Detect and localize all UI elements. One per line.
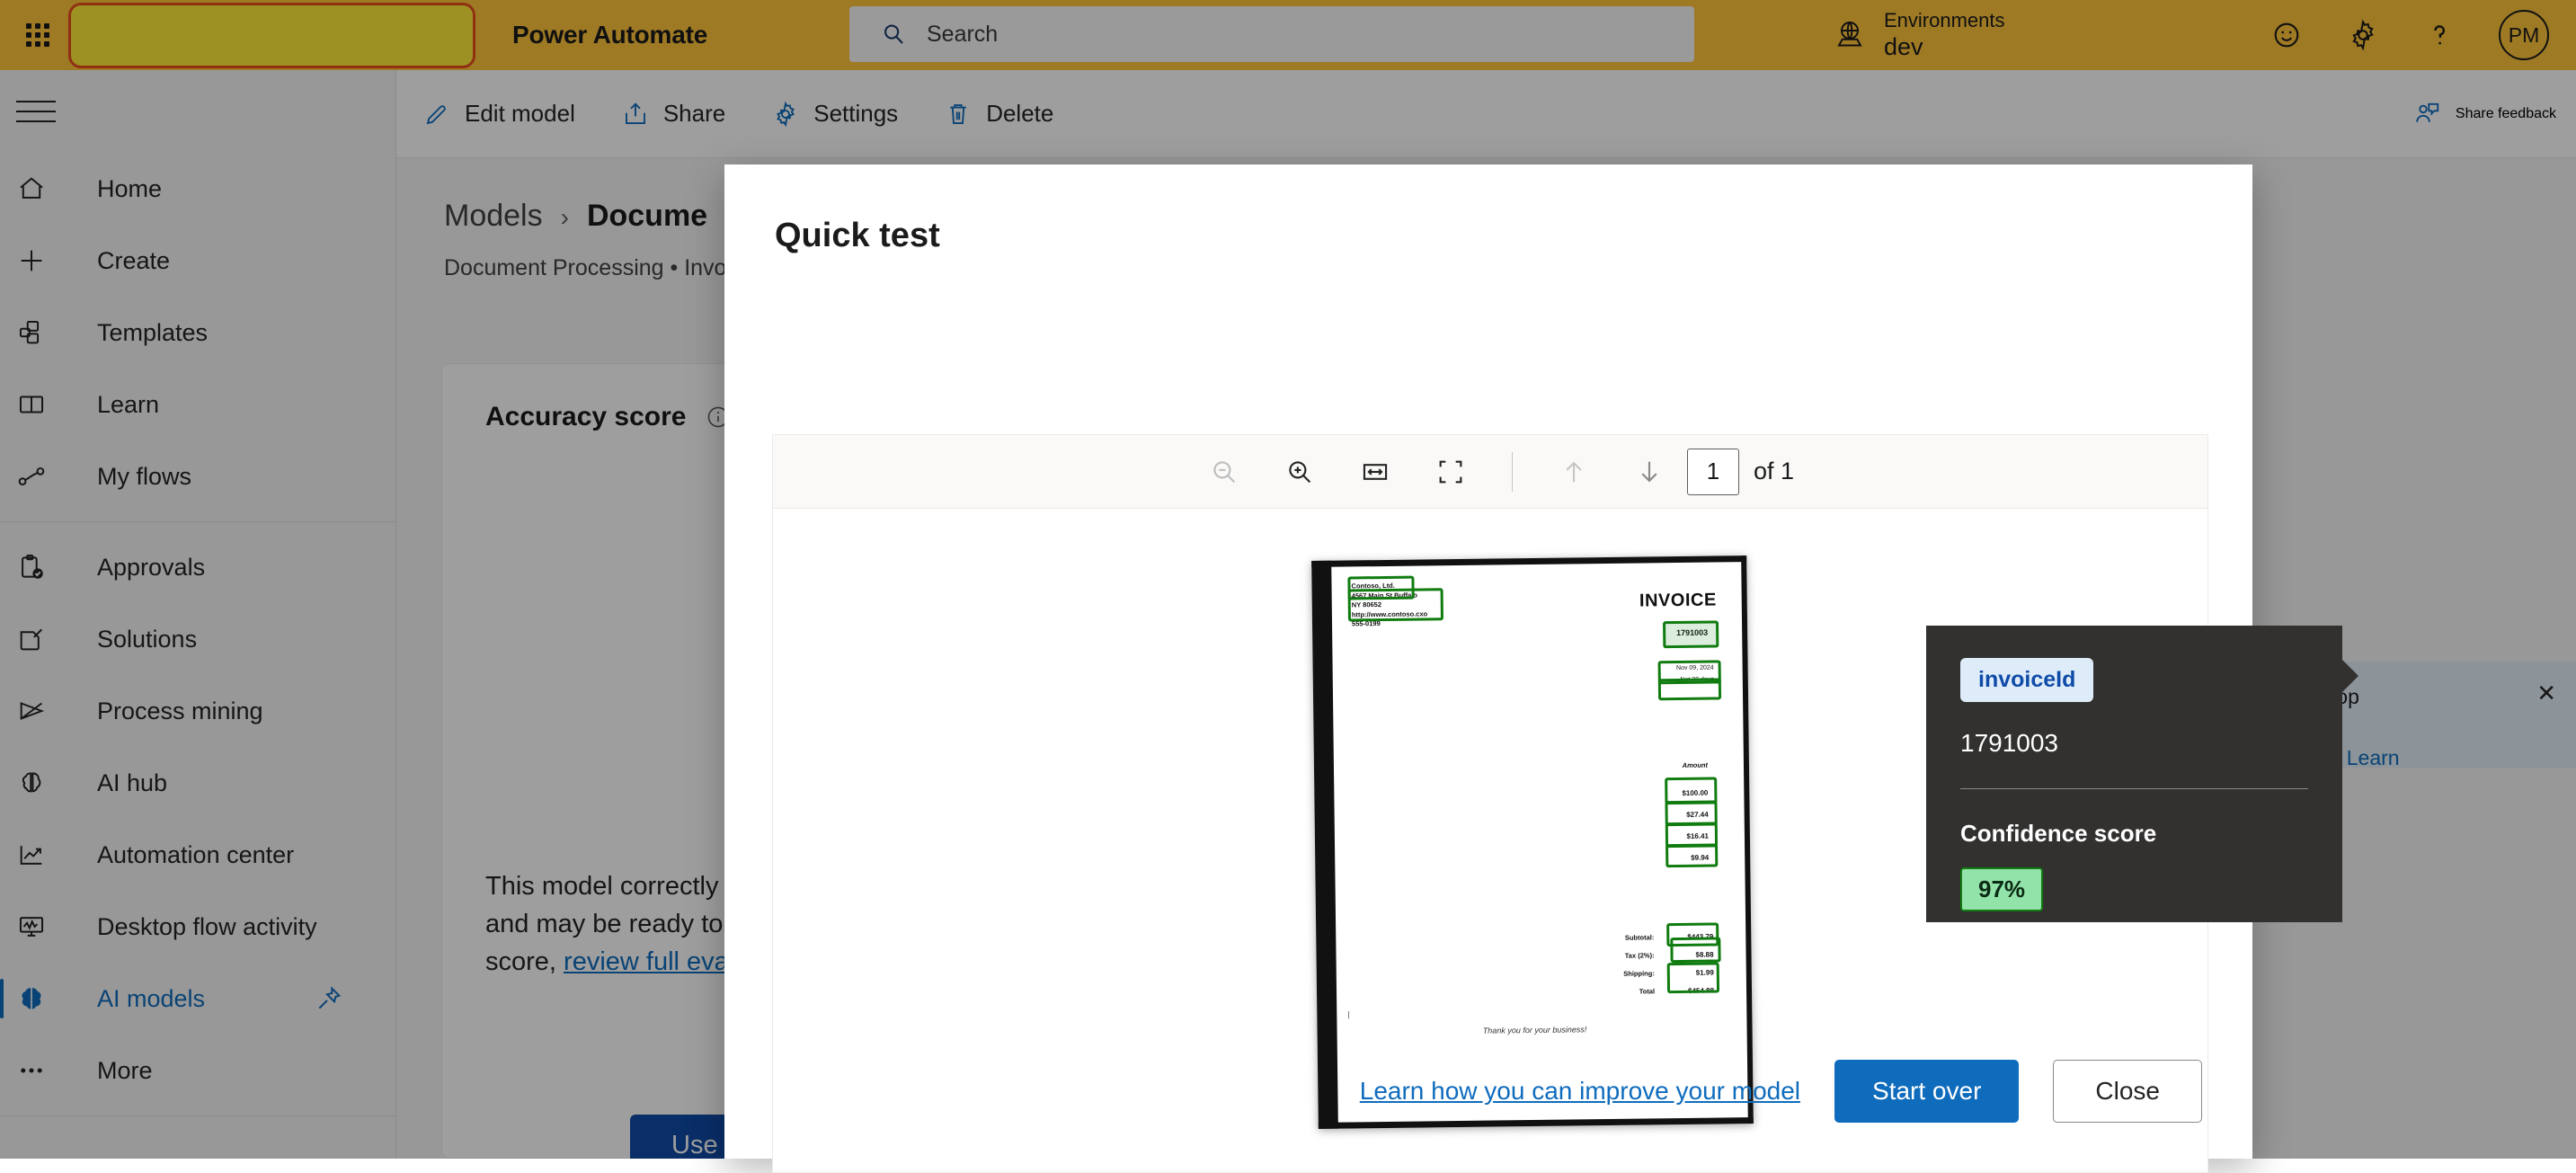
tax-label: Tax (2%): [1624,951,1655,960]
shipping-label: Shipping: [1623,969,1655,978]
start-over-button[interactable]: Start over [1834,1060,2020,1123]
dialog-title: Quick test [775,217,940,254]
invoice-heading: INVOICE [1639,590,1717,611]
field-box-total[interactable] [1666,962,1720,994]
document-viewer-toolbar: 1 of 1 [772,434,2208,508]
totals-labels: Subtotal: Tax (2%): Shipping: Total [1623,929,1656,1000]
close-button[interactable]: Close [2053,1060,2202,1123]
fit-width-icon[interactable] [1337,445,1413,499]
quick-test-dialog: Quick test 1 of 1 Contoso, Ltd. 4567 Mai… [724,164,2358,1173]
confidence-score-badge: 97% [1960,867,2044,911]
doc-edge-top [1311,555,1747,567]
field-box-invoice-id[interactable] [1663,620,1719,649]
field-box-tax[interactable] [1670,937,1721,964]
field-box-vendor-address[interactable] [1347,588,1443,622]
dialog-footer: Learn how you can improve your model Sta… [724,1024,2252,1159]
zoom-out-icon[interactable] [1186,445,1262,499]
tooltip-divider [1960,788,2308,789]
next-page-button[interactable] [1612,445,1687,499]
confidence-score-label: Confidence score [1960,820,2157,847]
prev-page-button[interactable] [1536,445,1612,499]
total-label: Total [1639,987,1656,996]
toolbar-divider [1511,451,1513,492]
field-name-chip: invoiceId [1960,658,2094,702]
subtotal-label: Subtotal: [1624,933,1655,942]
field-value: 1791003 [1960,729,2059,757]
page-total-label: of 1 [1753,458,1795,484]
improve-model-link[interactable]: Learn how you can improve your model [1360,1077,1800,1106]
page-number-input[interactable]: 1 [1686,448,1739,495]
field-box-line-amount-4[interactable] [1666,843,1719,868]
fit-page-icon[interactable] [1413,445,1488,499]
field-detail-tooltip: invoiceId 1791003 Confidence score 97% [1926,626,2358,922]
field-box-due-date[interactable] [1657,678,1722,701]
amount-column-header: Amount [1682,760,1709,769]
invoice-tick-mark: | [1347,1009,1350,1019]
zoom-in-icon[interactable] [1262,445,1337,499]
